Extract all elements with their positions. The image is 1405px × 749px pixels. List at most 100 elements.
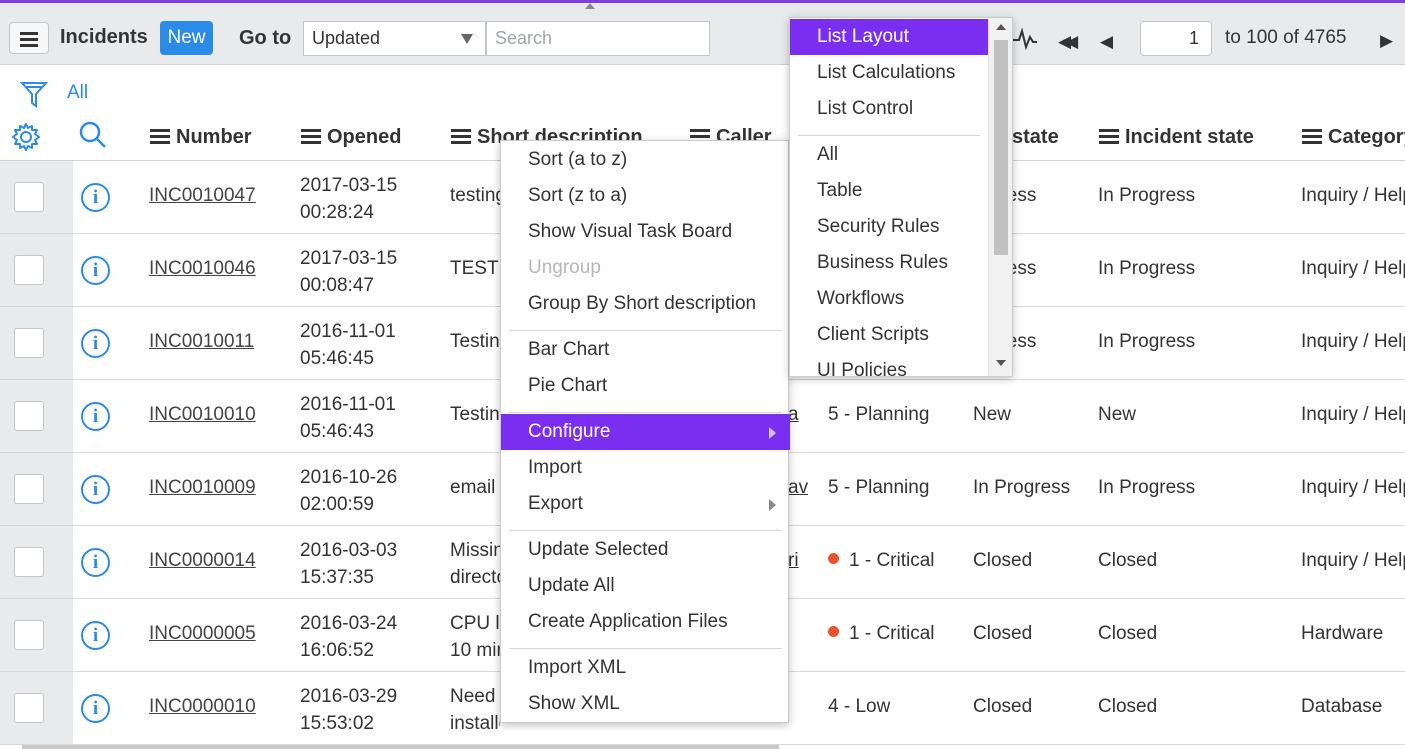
incident-state-cell: Closed bbox=[1098, 550, 1158, 571]
search-input[interactable] bbox=[486, 21, 710, 56]
scroll-down-icon[interactable] bbox=[996, 360, 1006, 366]
filter-breadcrumb-all[interactable]: All bbox=[67, 82, 88, 104]
search-icon[interactable] bbox=[78, 120, 108, 150]
column-header-number[interactable]: Number bbox=[150, 126, 252, 149]
info-icon[interactable]: i bbox=[81, 183, 110, 212]
row-checkbox[interactable] bbox=[14, 328, 44, 358]
incident-number-link[interactable]: INC0010047 bbox=[149, 185, 256, 207]
incident-number-link[interactable]: INC0000014 bbox=[149, 550, 256, 572]
incident-number-link[interactable]: INC0010009 bbox=[149, 477, 256, 499]
goto-field-select[interactable]: Updated bbox=[303, 21, 486, 56]
incident-number-link[interactable]: INC0010010 bbox=[149, 404, 256, 426]
menu-item-update-all[interactable]: Update All bbox=[501, 568, 790, 604]
submenu-item-list-layout[interactable]: List Layout bbox=[790, 19, 988, 55]
short-description-cell: TEST bbox=[450, 258, 499, 279]
top-collapse-strip[interactable] bbox=[0, 0, 1405, 14]
column-menu-icon[interactable] bbox=[150, 129, 170, 144]
record-range: to 100 of 4765 bbox=[1225, 27, 1347, 48]
scroll-up-icon[interactable] bbox=[996, 24, 1006, 30]
category-cell: Database bbox=[1301, 696, 1383, 717]
incident-number-link[interactable]: INC0000010 bbox=[149, 696, 256, 718]
new-button[interactable]: New bbox=[160, 21, 213, 55]
info-icon[interactable]: i bbox=[81, 256, 110, 285]
column-menu-icon[interactable] bbox=[451, 129, 471, 144]
priority-cell: 5 - Planning bbox=[828, 477, 930, 498]
info-icon[interactable]: i bbox=[81, 329, 110, 358]
incident-state-cell: New bbox=[1098, 404, 1137, 425]
row-checkbox[interactable] bbox=[14, 182, 44, 212]
next-page-icon[interactable]: ▶ bbox=[1380, 31, 1393, 51]
menu-item-sort-a-z[interactable]: Sort (a to z) bbox=[501, 142, 790, 178]
row-checkbox[interactable] bbox=[14, 255, 44, 285]
priority-cell: 1 - Critical bbox=[828, 550, 935, 572]
scroll-thumb[interactable] bbox=[994, 40, 1008, 255]
incident-number-link[interactable]: INC0010011 bbox=[149, 331, 254, 353]
submenu-scrollbar[interactable] bbox=[988, 18, 1012, 376]
previous-page-icon[interactable]: ◀ bbox=[1100, 32, 1113, 52]
state-cell: Closed bbox=[973, 623, 1033, 644]
column-header-incident-state[interactable]: Incident state bbox=[1099, 126, 1254, 149]
row-checkbox[interactable] bbox=[14, 401, 44, 431]
info-icon[interactable]: i bbox=[81, 475, 110, 504]
caller-link[interactable]: a bbox=[788, 404, 808, 426]
short-description-cell: Needinstalled bbox=[450, 686, 500, 734]
info-icon[interactable]: i bbox=[81, 548, 110, 577]
activity-pulse-icon[interactable] bbox=[1013, 28, 1039, 50]
submenu-item-security-rules[interactable]: Security Rules bbox=[790, 209, 988, 245]
menu-item-bar-chart[interactable]: Bar Chart bbox=[501, 332, 790, 368]
info-icon[interactable]: i bbox=[81, 402, 110, 431]
horizontal-scrollbar[interactable] bbox=[22, 745, 779, 749]
filter-icon[interactable] bbox=[20, 80, 48, 108]
row-checkbox[interactable] bbox=[14, 693, 44, 723]
incident-state-cell: In Progress bbox=[1098, 477, 1196, 498]
page-number-input[interactable] bbox=[1140, 21, 1212, 56]
column-header-state[interactable]: state bbox=[1012, 126, 1059, 149]
menu-item-import[interactable]: Import bbox=[501, 450, 790, 486]
submenu-item-list-calculations[interactable]: List Calculations bbox=[790, 55, 988, 91]
submenu-item-table[interactable]: Table bbox=[790, 173, 988, 209]
menu-item-create-application-files[interactable]: Create Application Files bbox=[501, 604, 790, 640]
first-page-icon[interactable]: ◀◀ bbox=[1058, 32, 1078, 52]
menu-item-show-xml[interactable]: Show XML bbox=[501, 686, 790, 722]
menu-item-group-by[interactable]: Group By Short description bbox=[501, 286, 790, 322]
priority-cell: 5 - Planning bbox=[828, 404, 930, 425]
incident-state-cell: In Progress bbox=[1098, 258, 1196, 279]
menu-item-show-visual-task-board[interactable]: Show Visual Task Board bbox=[501, 214, 790, 250]
info-icon[interactable]: i bbox=[81, 694, 110, 723]
submenu-item-business-rules[interactable]: Business Rules bbox=[790, 245, 988, 281]
submenu-item-all[interactable]: All bbox=[790, 137, 988, 173]
column-header-opened[interactable]: Opened bbox=[301, 126, 401, 149]
row-checkbox[interactable] bbox=[14, 620, 44, 650]
menu-item-sort-z-a[interactable]: Sort (z to a) bbox=[501, 178, 790, 214]
submenu-item-client-scripts[interactable]: Client Scripts bbox=[790, 317, 988, 353]
column-menu-icon[interactable] bbox=[1302, 129, 1322, 144]
gear-icon[interactable] bbox=[11, 122, 41, 152]
opened-cell: 2016-03-03 15:37:35 bbox=[300, 540, 398, 588]
column-menu-icon[interactable] bbox=[301, 129, 321, 144]
menu-item-update-selected[interactable]: Update Selected bbox=[501, 532, 790, 568]
info-icon[interactable]: i bbox=[81, 621, 110, 650]
incident-number-link[interactable]: INC0010046 bbox=[149, 258, 256, 280]
submenu-item-list-control[interactable]: List Control bbox=[790, 91, 988, 127]
caller-link[interactable]: av bbox=[788, 477, 808, 499]
list-menu-button[interactable] bbox=[9, 22, 49, 54]
submenu-item-workflows[interactable]: Workflows bbox=[790, 281, 988, 317]
menu-item-export[interactable]: Export bbox=[501, 486, 790, 522]
incident-number-link[interactable]: INC0000005 bbox=[149, 623, 256, 645]
submenu-item-ui-policies[interactable]: UI Policies bbox=[790, 353, 988, 376]
goto-field-value: Updated bbox=[312, 28, 381, 48]
priority-cell: 4 - Low bbox=[828, 696, 891, 717]
short-description-cell: Testing bbox=[450, 331, 500, 352]
state-cell: Closed bbox=[973, 550, 1033, 571]
row-checkbox[interactable] bbox=[14, 474, 44, 504]
opened-cell: 2016-10-26 02:00:59 bbox=[300, 467, 398, 515]
state-cell: New bbox=[973, 404, 1012, 425]
collapse-caret-icon[interactable] bbox=[585, 3, 595, 9]
caller-link[interactable]: ri bbox=[788, 550, 808, 572]
column-header-category[interactable]: Category bbox=[1302, 126, 1405, 149]
menu-item-configure[interactable]: Configure bbox=[501, 414, 790, 450]
menu-item-import-xml[interactable]: Import XML bbox=[501, 650, 790, 686]
row-checkbox[interactable] bbox=[14, 547, 44, 577]
menu-item-pie-chart[interactable]: Pie Chart bbox=[501, 368, 790, 404]
column-menu-icon[interactable] bbox=[1099, 129, 1119, 144]
